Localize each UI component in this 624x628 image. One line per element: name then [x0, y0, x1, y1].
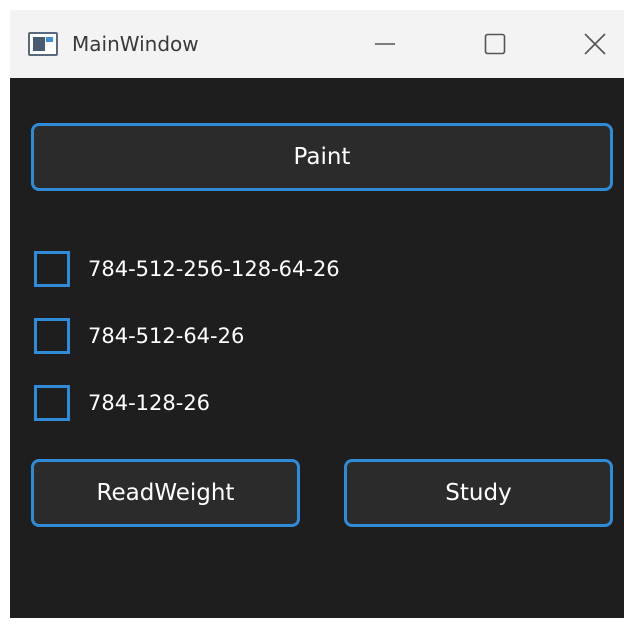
title-bar[interactable]: MainWindow: [10, 10, 624, 78]
close-icon: [584, 33, 606, 55]
checkbox-label: 784-128-26: [88, 391, 211, 415]
maximize-button[interactable]: [475, 24, 515, 64]
app-window-icon: [28, 32, 58, 56]
maximize-icon: [484, 33, 506, 55]
close-button[interactable]: [575, 24, 615, 64]
checkbox-row-784-512-64-26[interactable]: 784-512-64-26: [34, 318, 244, 354]
minimize-icon: [375, 43, 395, 45]
minimize-button[interactable]: [365, 24, 405, 64]
checkbox-row-784-512-256-128-64-26[interactable]: 784-512-256-128-64-26: [34, 251, 340, 287]
main-window: MainWindow Paint 784-512-256-128-64-26 7…: [10, 10, 624, 618]
read-weight-button[interactable]: ReadWeight: [31, 459, 300, 527]
window-content: Paint 784-512-256-128-64-26 784-512-64-2…: [10, 78, 624, 618]
study-button[interactable]: Study: [344, 459, 613, 527]
paint-button[interactable]: Paint: [31, 123, 613, 191]
window-title: MainWindow: [72, 32, 199, 56]
checkbox[interactable]: [34, 385, 70, 421]
checkbox-row-784-128-26[interactable]: 784-128-26: [34, 385, 210, 421]
checkbox[interactable]: [34, 251, 70, 287]
checkbox[interactable]: [34, 318, 70, 354]
checkbox-label: 784-512-64-26: [88, 324, 245, 348]
checkbox-label: 784-512-256-128-64-26: [88, 257, 340, 281]
